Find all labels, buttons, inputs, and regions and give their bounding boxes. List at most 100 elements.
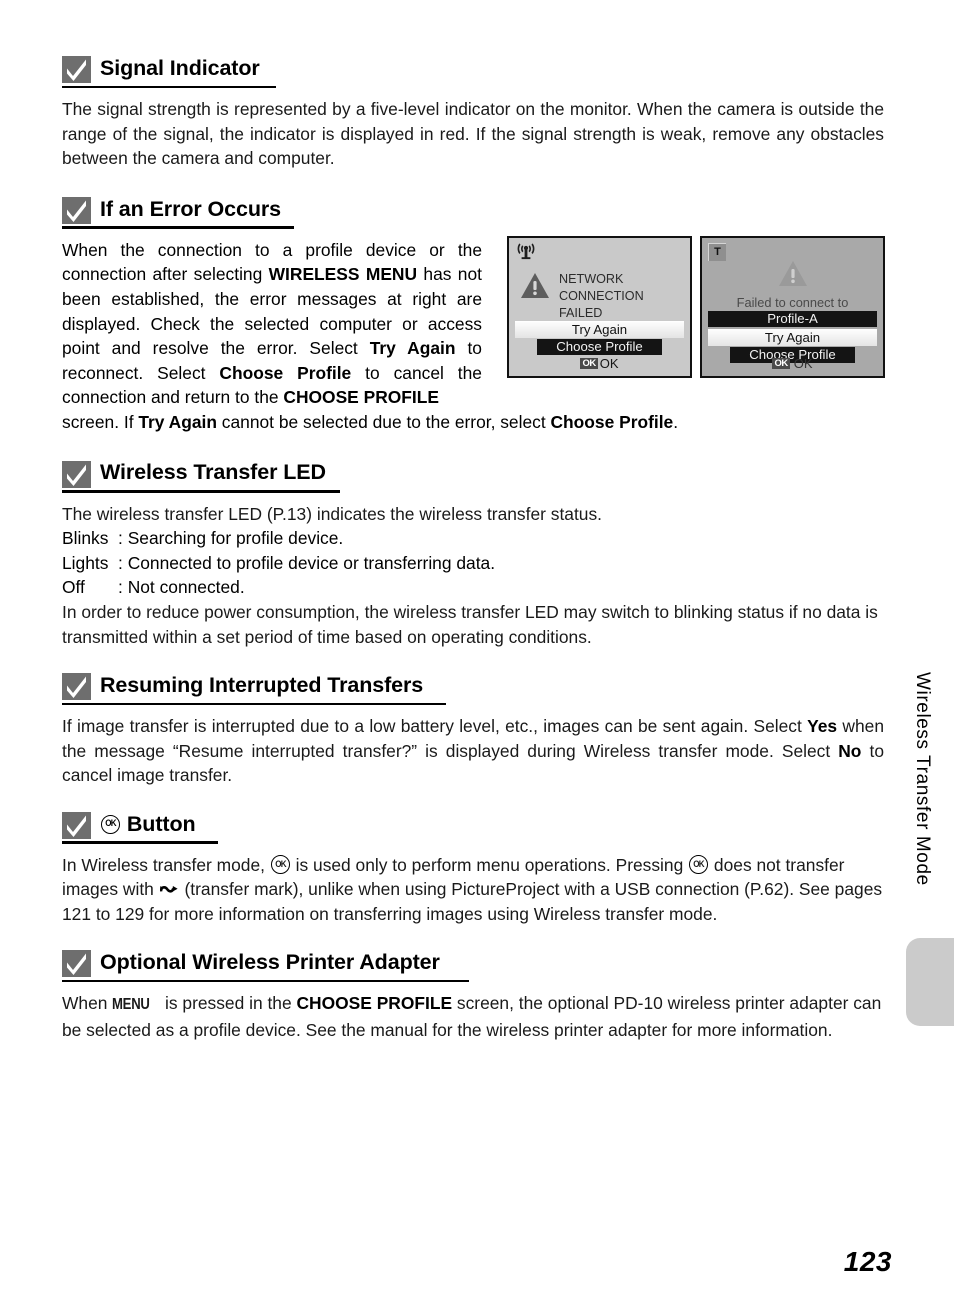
body-run: When — [62, 993, 113, 1014]
led-status-text: Not connected. — [127, 577, 245, 598]
heading-underline — [62, 85, 276, 88]
section-body: In Wireless transfer mode, OK is used on… — [62, 853, 884, 926]
checkbox-check-icon — [62, 950, 91, 978]
section-body-column: When the connection to a profile device … — [62, 238, 482, 410]
section-title: OK Button — [100, 811, 196, 838]
section-heading: Signal Indicator — [62, 56, 884, 88]
section-heading: OK Button — [62, 811, 884, 844]
body-run: is used only to perform menu operations.… — [290, 854, 689, 875]
section-ok-button: OK Button In Wireless transfer mode, OK … — [62, 811, 884, 926]
section-if-an-error-occurs: If an Error Occurs NETWORK CONNECTION FA… — [62, 196, 885, 435]
heading-underline — [62, 702, 446, 706]
checkbox-check-icon — [62, 460, 91, 488]
warning-triangle-icon — [778, 260, 808, 291]
body-run: . — [673, 411, 679, 432]
body-run: In Wireless transfer mode, — [62, 854, 270, 875]
heading-underline — [62, 490, 340, 493]
screen-ok-hint: OK OK — [702, 356, 883, 371]
menu-button-icon: MENU — [112, 996, 150, 1014]
led-status-value: : Searching for profile device. — [118, 526, 884, 551]
section-title: Resuming Interrupted Transfers — [100, 672, 424, 697]
body-emphasis: No — [838, 740, 862, 761]
checkbox-check-icon — [62, 673, 91, 701]
section-title: Wireless Transfer LED — [100, 460, 326, 485]
body-run: If image transfer is interrupted due to … — [62, 716, 808, 737]
screen-ok-hint: OK OK — [509, 356, 690, 371]
section-signal-indicator: Signal Indicator The signal strength is … — [62, 56, 884, 171]
screen-option-choose-profile[interactable]: Choose Profile — [537, 338, 662, 355]
section-title: Optional Wireless Printer Adapter — [100, 949, 440, 974]
camera-screen-examples: NETWORK CONNECTION FAILED Try Again Choo… — [507, 235, 885, 378]
heading-underline — [62, 841, 218, 844]
led-separator: : — [118, 577, 123, 598]
body-emphasis: WIRELESS MENU — [268, 264, 418, 285]
body-emphasis: CHOOSE PROFILE — [283, 387, 439, 408]
led-separator: : — [118, 552, 123, 573]
screen-message-line-1: Failed to connect to — [736, 294, 849, 310]
ok-hint-label: OK — [599, 355, 619, 371]
led-status-key: Lights — [62, 552, 109, 573]
ok-button-icon: OK — [270, 854, 290, 874]
body-emphasis: Choose Profile — [219, 362, 352, 383]
side-rail: Wireless Transfer Mode — [890, 0, 954, 1314]
led-intro: The wireless transfer LED (P.13) indicat… — [62, 503, 602, 524]
screen-option-profile-a[interactable]: Profile-A — [708, 310, 877, 327]
checkbox-check-icon — [62, 196, 91, 224]
section-wireless-transfer-led: Wireless Transfer LED The wireless trans… — [62, 460, 884, 650]
section-resuming-interrupted-transfers: Resuming Interrupted Transfers If image … — [62, 673, 884, 788]
ok-button-icon: OK — [689, 854, 709, 874]
chapter-tab-marker — [906, 938, 954, 1026]
section-title: Signal Indicator — [100, 55, 260, 80]
camera-screen-failed-to-connect: T Failed to connect to Profile-A Try Aga… — [700, 235, 885, 378]
transfer-mark-icon — [159, 879, 179, 893]
ok-badge-icon: OK — [580, 357, 598, 370]
body-emphasis: Try Again — [138, 411, 217, 432]
checkbox-check-icon — [62, 811, 91, 839]
section-title: If an Error Occurs — [100, 196, 282, 221]
led-status-text: Searching for profile device. — [127, 528, 344, 549]
led-status-value: : Not connected. — [118, 575, 884, 600]
heading-underline — [62, 226, 294, 229]
section-heading: Resuming Interrupted Transfers — [62, 672, 884, 706]
screen-message-line-2: FAILED — [559, 305, 603, 320]
led-status-value: : Connected to profile device or transfe… — [118, 551, 884, 576]
led-status-list: Blinks : Searching for profile device. L… — [62, 526, 884, 600]
screen-option-try-again[interactable]: Try Again — [708, 328, 877, 346]
transfer-t-icon: T — [708, 242, 726, 261]
camera-screen-network-connection-failed: NETWORK CONNECTION FAILED Try Again Choo… — [507, 235, 692, 378]
heading-underline — [62, 979, 469, 983]
led-status-item: Blinks : Searching for profile device. — [62, 526, 884, 551]
ok-badge-icon: OK — [772, 357, 790, 370]
section-optional-wireless-printer-adapter: Optional Wireless Printer Adapter When M… — [62, 950, 884, 1042]
manual-page: Wireless Transfer Mode Signal Indicator — [0, 0, 954, 1314]
screen-message: NETWORK CONNECTION FAILED — [559, 271, 689, 322]
led-status-key: Off — [62, 577, 85, 598]
ok-hint-label: OK — [793, 355, 813, 371]
led-status-item: Off : Not connected. — [62, 575, 884, 600]
running-head: Wireless Transfer Mode — [912, 672, 933, 886]
body-emphasis: CHOOSE PROFILE — [296, 993, 453, 1014]
section-body-tail: screen. If Try Again cannot be selected … — [62, 410, 884, 435]
body-emphasis: Choose Profile — [550, 411, 674, 432]
led-status-key: Blinks — [62, 528, 109, 549]
led-status-item: Lights : Connected to profile device or … — [62, 551, 884, 576]
screen-option-try-again[interactable]: Try Again — [515, 320, 684, 338]
section-body: If image transfer is interrupted due to … — [62, 714, 884, 788]
body-run: screen. If — [62, 411, 139, 432]
checkbox-check-icon — [62, 56, 91, 83]
section-heading: Wireless Transfer LED — [62, 460, 884, 493]
body-run: is pressed in the — [160, 993, 297, 1014]
led-outro: In order to reduce power consumption, th… — [62, 601, 878, 647]
wireless-antenna-icon — [516, 243, 536, 261]
section-title-text: Button — [126, 811, 196, 836]
body-run: cannot be selected due to the error, sel… — [216, 411, 551, 432]
section-heading: Optional Wireless Printer Adapter — [62, 949, 884, 983]
section-heading: If an Error Occurs — [62, 196, 884, 229]
warning-triangle-icon — [520, 272, 550, 303]
section-body: The signal strength is represented by a … — [62, 99, 884, 169]
ok-button-icon: OK — [101, 814, 120, 834]
body-emphasis: Try Again — [369, 338, 456, 359]
section-body: When MENU is pressed in the CHOOSE PROFI… — [62, 991, 884, 1042]
led-status-text: Connected to profile device or transferr… — [127, 552, 496, 573]
screen-message-line-1: NETWORK CONNECTION — [559, 271, 644, 303]
